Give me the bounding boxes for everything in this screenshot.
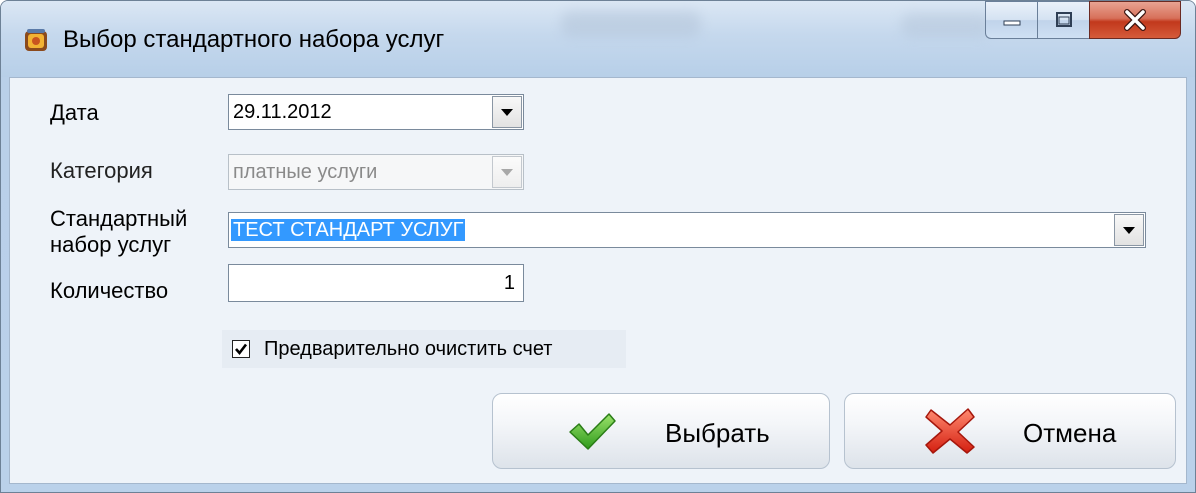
service-set-label-line1: Стандартный	[50, 206, 188, 231]
date-combobox[interactable]: 29.11.2012	[228, 94, 524, 130]
clear-account-checkbox[interactable]	[232, 340, 250, 358]
category-dropdown-button	[492, 156, 522, 188]
service-set-selected-text: ТЕСТ СТАНДАРТ УСЛУГ	[231, 219, 466, 241]
clear-account-checkbox-row[interactable]: Предварительно очистить счет	[222, 330, 626, 368]
minimize-icon	[1003, 20, 1020, 26]
service-set-dropdown-button[interactable]	[1114, 214, 1144, 246]
maximize-button[interactable]	[1037, 1, 1089, 39]
background-blur	[901, 13, 991, 37]
checkmark-icon	[235, 343, 248, 356]
chevron-down-icon	[501, 169, 513, 176]
select-button[interactable]: Выбрать	[492, 393, 830, 469]
date-label: Дата	[50, 100, 99, 125]
close-button[interactable]	[1089, 1, 1181, 39]
date-dropdown-button[interactable]	[492, 96, 522, 128]
cancel-button-label: Отмена	[1023, 418, 1117, 448]
category-combobox: платные услуги	[228, 154, 524, 190]
category-value: платные услуги	[233, 161, 378, 183]
dialog-content: Дата 29.11.2012 Категория платные услуги…	[9, 77, 1187, 484]
title-bar[interactable]: Выбор стандартного набора услуг	[1, 1, 1195, 77]
service-set-combobox[interactable]: ТЕСТ СТАНДАРТ УСЛУГ	[228, 212, 1146, 248]
service-set-value: ТЕСТ СТАНДАРТ УСЛУГ	[231, 213, 466, 247]
quantity-label: Количество	[50, 278, 169, 303]
category-label: Категория	[50, 158, 153, 183]
cross-icon	[925, 408, 975, 454]
service-set-label-line2: набор услуг	[50, 232, 172, 257]
minimize-button[interactable]	[985, 1, 1037, 39]
check-icon	[569, 413, 616, 450]
app-icon	[25, 29, 47, 51]
date-value: 29.11.2012	[233, 101, 332, 123]
clear-account-label: Предварительно очистить счет	[264, 337, 553, 360]
chevron-down-icon	[501, 109, 513, 116]
window-title: Выбор стандартного набора услуг	[63, 26, 445, 53]
close-icon	[1124, 9, 1146, 31]
select-button-label: Выбрать	[665, 418, 770, 448]
caption-buttons	[985, 1, 1181, 41]
cancel-button[interactable]: Отмена	[844, 393, 1176, 469]
maximize-icon	[1055, 12, 1072, 27]
chevron-down-icon	[1123, 227, 1135, 234]
background-blur	[561, 11, 701, 37]
quantity-input[interactable]	[228, 264, 524, 302]
dialog-window: Выбор стандартного набора услуг Дата 29.…	[0, 0, 1196, 493]
